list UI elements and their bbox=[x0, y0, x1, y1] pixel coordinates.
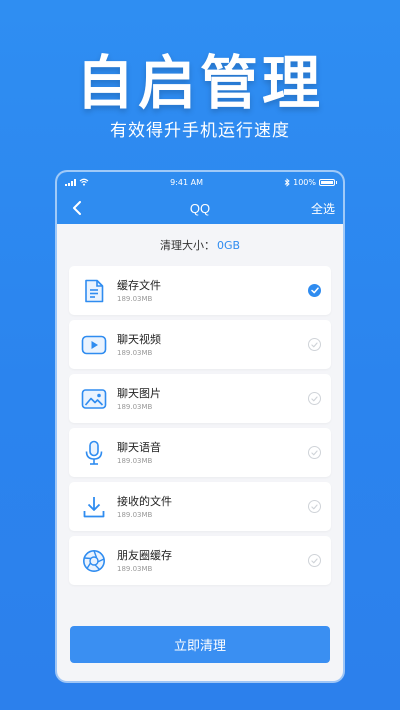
microphone-icon bbox=[81, 440, 107, 466]
item-name: 接收的文件 bbox=[117, 494, 172, 508]
status-bar: 9:41 AM 100% bbox=[57, 172, 343, 192]
battery-icon bbox=[318, 178, 337, 186]
item-name: 聊天语音 bbox=[117, 440, 161, 454]
item-size: 189.03MB bbox=[117, 294, 153, 303]
item-checkbox[interactable] bbox=[308, 500, 321, 513]
item-size: 189.03MB bbox=[117, 510, 153, 519]
aperture-icon bbox=[81, 548, 107, 574]
clean-size-label: 清理大小： bbox=[159, 239, 215, 252]
item-size: 189.03MB bbox=[117, 456, 153, 465]
page-title: QQ bbox=[189, 200, 211, 216]
clean-now-button[interactable]: 立即清理 bbox=[70, 626, 330, 663]
check-icon bbox=[310, 287, 319, 294]
battery-percent: 100% bbox=[293, 177, 316, 187]
item-checkbox[interactable] bbox=[308, 554, 321, 567]
nav-bar: QQ 全选 bbox=[57, 192, 343, 224]
back-button[interactable] bbox=[65, 196, 89, 220]
app-header: 9:41 AM 100% QQ 全选 bbox=[57, 172, 343, 224]
item-name: 聊天图片 bbox=[117, 386, 161, 400]
clean-size-summary: 清理大小： 0GB bbox=[57, 224, 343, 266]
status-time: 9:41 AM bbox=[170, 177, 203, 187]
item-size: 189.03MB bbox=[117, 348, 153, 357]
list-item-received-files[interactable]: 接收的文件 189.03MB bbox=[69, 482, 331, 531]
image-icon bbox=[81, 386, 107, 412]
phone-mockup: 9:41 AM 100% QQ 全选 清理大小： 0GB 缓存文件 189.03… bbox=[57, 172, 343, 681]
select-all-button[interactable]: 全选 bbox=[311, 200, 335, 217]
item-name: 缓存文件 bbox=[117, 278, 161, 292]
check-icon bbox=[311, 503, 318, 509]
list-item-cache-files[interactable]: 缓存文件 189.03MB bbox=[69, 266, 331, 315]
list-item-chat-voice[interactable]: 聊天语音 189.03MB bbox=[69, 428, 331, 477]
item-size: 189.03MB bbox=[117, 402, 153, 411]
item-name: 聊天视频 bbox=[117, 332, 161, 346]
download-icon bbox=[81, 494, 107, 520]
document-icon bbox=[81, 278, 107, 304]
cache-list: 缓存文件 189.03MB 聊天视频 189.03MB 聊天图片 189.03M… bbox=[57, 266, 343, 585]
hero-title: 自启管理 bbox=[75, 49, 324, 117]
item-name: 朋友圈缓存 bbox=[117, 548, 172, 562]
chevron-left-icon bbox=[73, 201, 81, 215]
list-item-moments-cache[interactable]: 朋友圈缓存 189.03MB bbox=[69, 536, 331, 585]
item-checkbox[interactable] bbox=[308, 284, 321, 297]
item-checkbox[interactable] bbox=[308, 338, 321, 351]
check-icon bbox=[311, 341, 318, 347]
signal-icon bbox=[65, 178, 76, 186]
wifi-icon bbox=[79, 178, 89, 186]
list-item-chat-images[interactable]: 聊天图片 189.03MB bbox=[69, 374, 331, 423]
video-play-icon bbox=[81, 332, 107, 358]
list-item-chat-videos[interactable]: 聊天视频 189.03MB bbox=[69, 320, 331, 369]
item-checkbox[interactable] bbox=[308, 446, 321, 459]
clean-size-value: 0GB bbox=[216, 238, 241, 252]
check-icon bbox=[311, 557, 318, 563]
bluetooth-icon bbox=[284, 177, 290, 187]
hero-subtitle: 有效得升手机运行速度 bbox=[110, 121, 290, 141]
check-icon bbox=[311, 395, 318, 401]
item-checkbox[interactable] bbox=[308, 392, 321, 405]
item-size: 189.03MB bbox=[117, 564, 153, 573]
check-icon bbox=[311, 449, 318, 455]
